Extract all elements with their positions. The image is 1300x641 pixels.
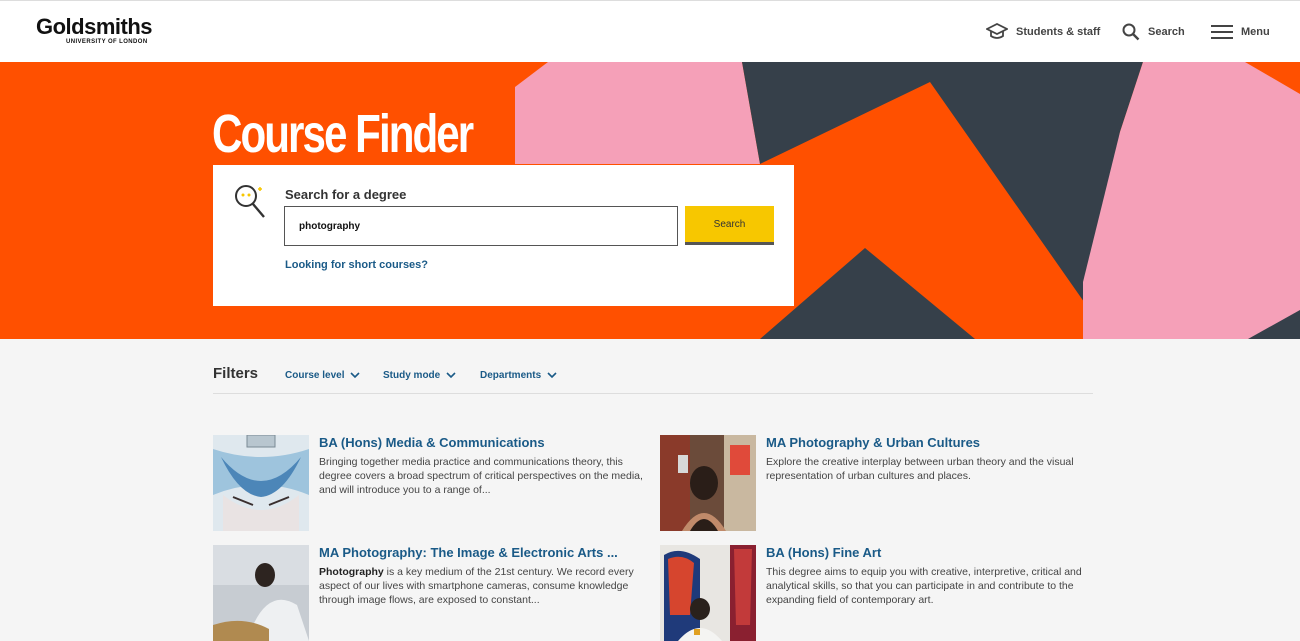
course-thumbnail[interactable]	[213, 545, 309, 641]
graduation-cap-icon	[986, 23, 1008, 39]
menu-label: Menu	[1241, 26, 1270, 38]
filter-departments-label: Departments	[480, 370, 542, 381]
magnifier-illustration-icon	[235, 185, 265, 218]
filter-course-level-label: Course level	[285, 370, 345, 381]
degree-search-input[interactable]	[284, 206, 678, 246]
search-degree-label: Search for a degree	[285, 187, 407, 202]
course-title-link[interactable]: BA (Hons) Media & Communications	[319, 435, 545, 450]
course-thumbnail[interactable]	[660, 435, 756, 531]
hamburger-icon	[1211, 25, 1233, 39]
filter-course-level[interactable]: Course level	[285, 370, 361, 381]
header-search-label: Search	[1148, 26, 1185, 38]
degree-search-card: Search for a degree Search Looking for s…	[213, 165, 794, 306]
course-title-link[interactable]: MA Photography & Urban Cultures	[766, 435, 980, 450]
students-staff-link[interactable]: Students & staff	[986, 21, 1100, 43]
filter-departments[interactable]: Departments	[480, 370, 557, 381]
search-term-highlight: Photography	[319, 566, 384, 578]
menu-button[interactable]: Menu	[1211, 21, 1270, 43]
search-icon	[1122, 23, 1140, 41]
course-description: This degree aims to equip you with creat…	[766, 566, 1082, 606]
course-thumbnail[interactable]	[213, 435, 309, 531]
header-search-link[interactable]: Search	[1122, 21, 1185, 43]
logo-wordmark: Goldsmiths	[36, 14, 153, 39]
site-header: Goldsmiths UNIVERSITY OF LONDON Students…	[0, 0, 1300, 62]
hero-banner: Course Finder Search for a degree Search…	[0, 62, 1300, 339]
course-result: MA Photography & Urban Cultures Explore …	[660, 435, 1090, 531]
course-description: Photography is a key medium of the 21st …	[319, 565, 649, 607]
course-result: MA Photography: The Image & Electronic A…	[213, 545, 643, 641]
course-description: Explore the creative interplay between u…	[766, 456, 1074, 482]
filters-bar: Filters Course level Study mode Departme…	[213, 364, 1093, 394]
course-title-link[interactable]: BA (Hons) Fine Art	[766, 545, 881, 560]
chevron-down-icon	[350, 372, 361, 379]
goldsmiths-logo[interactable]: Goldsmiths UNIVERSITY OF LONDON	[36, 14, 153, 46]
students-staff-label: Students & staff	[1016, 26, 1101, 38]
logo-subtitle: UNIVERSITY OF LONDON	[66, 39, 148, 45]
course-title-link[interactable]: MA Photography: The Image & Electronic A…	[319, 545, 618, 560]
chevron-down-icon	[547, 372, 557, 379]
short-courses-link[interactable]: Looking for short courses?	[285, 259, 428, 271]
filters-title: Filters	[213, 365, 259, 382]
course-description: Bringing together media practice and com…	[319, 456, 643, 496]
course-thumbnail[interactable]	[660, 545, 756, 641]
course-result: BA (Hons) Media & Communications Bringin…	[213, 435, 643, 531]
filter-study-mode-label: Study mode	[383, 370, 441, 381]
chevron-down-icon	[446, 372, 456, 379]
course-result: BA (Hons) Fine Art This degree aims to e…	[660, 545, 1090, 641]
filter-study-mode[interactable]: Study mode	[383, 370, 456, 381]
page-title: Course Finder	[212, 104, 474, 164]
degree-search-button[interactable]: Search	[685, 206, 774, 245]
